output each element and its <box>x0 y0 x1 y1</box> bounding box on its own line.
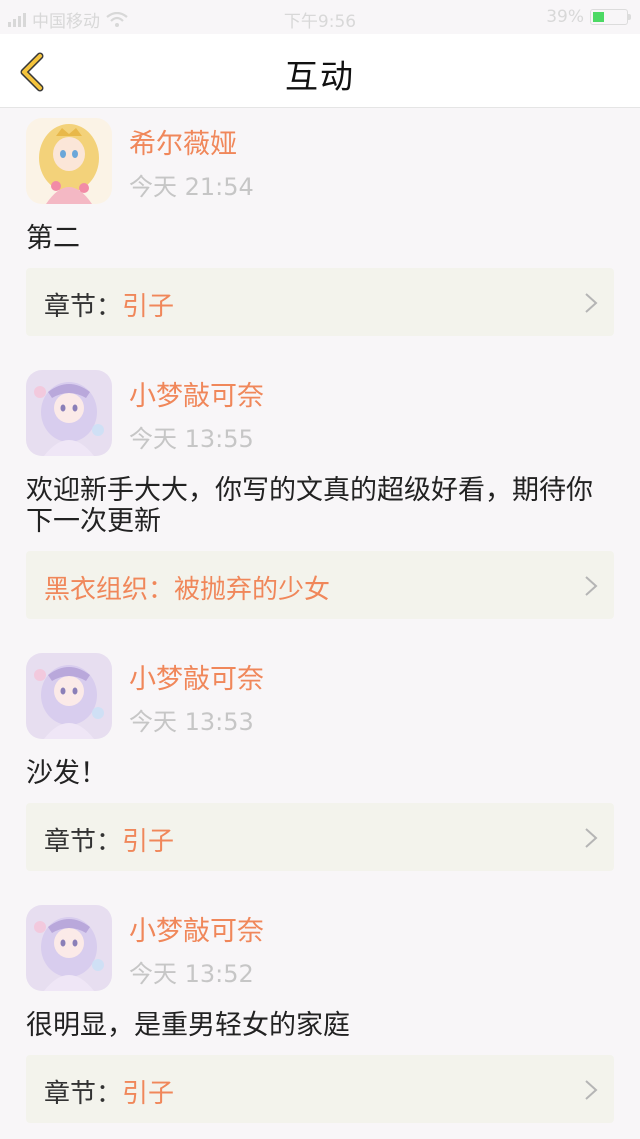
status-time: 下午9:56 <box>283 12 357 32</box>
chapter-value: 引子 <box>122 1079 175 1109</box>
chapter-link[interactable]: 章节：引子 <box>26 268 614 336</box>
comment-text: 第二 <box>26 223 80 254</box>
chevron-right-icon <box>585 1080 598 1100</box>
avatar[interactable] <box>26 905 112 991</box>
timestamp: 今天 13:55 <box>129 425 254 453</box>
timestamp: 今天 13:53 <box>129 708 254 736</box>
chapter-value: 引子 <box>122 827 175 857</box>
avatar[interactable] <box>26 118 112 204</box>
chapter-label: 章节： <box>44 827 123 857</box>
battery-icon <box>590 9 631 25</box>
chapter-label: 黑衣组织： <box>44 575 175 605</box>
chapter-label-row: 黑衣组织：被抛弃的少女 <box>44 569 330 606</box>
battery-group: 39% <box>546 7 631 27</box>
chevron-right-icon <box>585 293 598 313</box>
chapter-value: 引子 <box>122 292 175 322</box>
chapter-value: 被抛弃的少女 <box>174 575 331 605</box>
chapter-link[interactable]: 黑衣组织：被抛弃的少女 <box>26 551 614 619</box>
user-name[interactable]: 希尔薇娅 <box>129 122 237 161</box>
avatar[interactable] <box>26 370 112 456</box>
chapter-link[interactable]: 章节：引子 <box>26 803 614 871</box>
user-name[interactable]: 小梦敲可奈 <box>129 374 264 413</box>
page-title: 互动 <box>285 57 355 96</box>
chevron-right-icon <box>585 576 598 596</box>
chapter-label: 章节： <box>44 1079 123 1109</box>
user-name[interactable]: 小梦敲可奈 <box>129 909 264 948</box>
timestamp: 今天 13:52 <box>129 960 254 988</box>
avatar[interactable] <box>26 653 112 739</box>
chapter-label: 章节： <box>44 292 123 322</box>
chapter-link[interactable]: 章节：引子 <box>26 1055 614 1123</box>
status-bar: 中国移动 下午9:56 39% <box>0 0 640 34</box>
chapter-label-row: 章节：引子 <box>44 286 174 323</box>
comment-text: 沙发！ <box>26 758 107 789</box>
comment-feed[interactable]: 希尔薇娅 今天 21:54 第二 章节：引子 小梦敲可奈 今天 13:55 欢迎… <box>0 108 640 1139</box>
comment-text: 很明显，是重男轻女的家庭 <box>26 1010 350 1041</box>
chapter-label-row: 章节：引子 <box>44 1073 174 1110</box>
timestamp: 今天 21:54 <box>129 173 254 201</box>
user-name[interactable]: 小梦敲可奈 <box>129 657 264 696</box>
battery-percent: 39% <box>546 7 584 27</box>
chapter-label-row: 章节：引子 <box>44 821 174 858</box>
comment-text: 欢迎新手大大，你写的文真的超级好看，期待你下一次更新 <box>26 475 593 537</box>
nav-bar: 互动 <box>0 34 640 108</box>
chevron-right-icon <box>585 828 598 848</box>
